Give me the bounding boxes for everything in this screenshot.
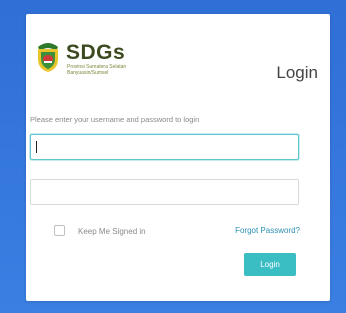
sdgs-emblem-icon xyxy=(38,43,58,72)
forgot-password-link[interactable]: Forgot Password? xyxy=(235,226,300,235)
login-button[interactable]: Login xyxy=(244,253,296,276)
brand-subtitle: Provinsi Sumatera Selatan Banyuasin/Sums… xyxy=(67,64,127,76)
text-cursor xyxy=(36,141,37,153)
brand-name: SDGs xyxy=(66,41,126,64)
login-hint-text: Please enter your username and password … xyxy=(30,115,200,124)
keep-signed-in-label: Keep Me Signed in xyxy=(78,227,146,236)
page-title: Login xyxy=(276,63,318,82)
logo: SDGs Provinsi Sumatera Selatan Banyuasin… xyxy=(34,38,164,78)
password-input[interactable] xyxy=(30,179,299,205)
username-input[interactable] xyxy=(30,134,299,160)
keep-signed-in-checkbox[interactable] xyxy=(54,225,65,236)
